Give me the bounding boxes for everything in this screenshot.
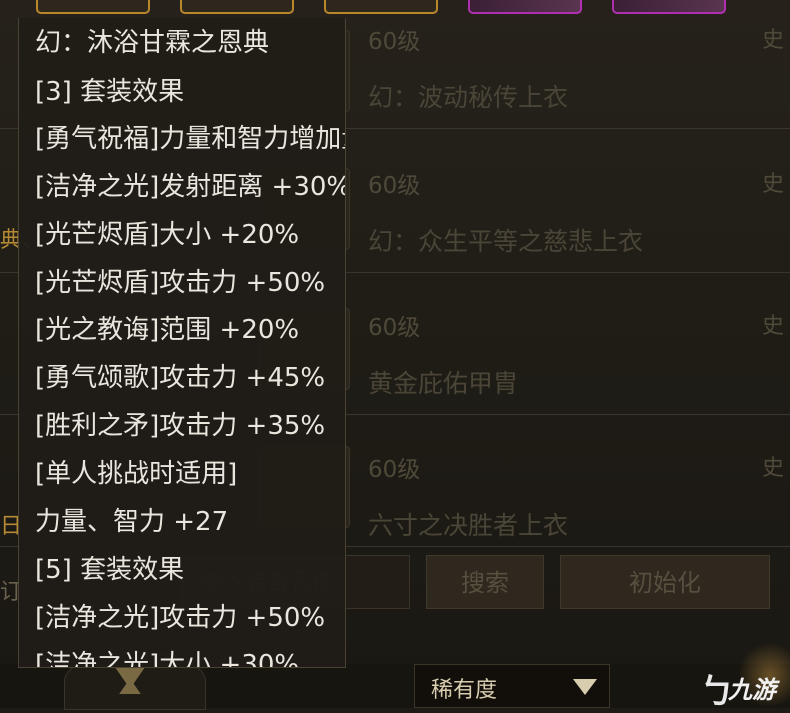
search-button[interactable]: 搜索 (426, 555, 544, 609)
rarity-select[interactable]: 稀有度 (414, 664, 610, 708)
tooltip-line: [3] 套装效果 (35, 77, 185, 107)
tooltip-line: [5] 套装效果 (35, 555, 185, 585)
item-name[interactable]: 六寸之决胜者上衣 (368, 506, 568, 542)
watermark-logo: ㄅ 九游 (700, 662, 786, 712)
equipment-slot[interactable] (324, 0, 438, 14)
item-level: 60级 (368, 315, 421, 341)
item-source: 史 (762, 28, 785, 53)
equipment-slot[interactable] (180, 0, 294, 14)
tooltip-line: [光芒烬盾]攻击力 +50% (35, 268, 326, 298)
tooltip-line: [洁净之光]攻击力 +50% (35, 603, 326, 633)
tooltip-line: [勇气颂歌]攻击力 +45% (35, 363, 326, 393)
tooltip-line: [光之教诲]范围 +20% (35, 315, 300, 345)
watermark-text: 九游 (728, 676, 776, 704)
rarity-select-label: 稀有度 (431, 678, 498, 703)
reset-button[interactable]: 初始化 (560, 555, 770, 609)
item-source: 史 (762, 314, 785, 339)
tooltip-line: [光芒烬盾]大小 +20% (35, 220, 300, 250)
equipment-slot[interactable] (468, 0, 582, 14)
item-name[interactable]: 黄金庇佑甲胄 (368, 364, 518, 400)
tooltip-title: 幻：沐浴甘霖之恩典 (35, 28, 270, 58)
item-level: 60级 (368, 29, 421, 55)
tooltip-line: [胜利之矛]攻击力 +35% (35, 411, 326, 441)
item-level: 60级 (368, 457, 421, 483)
item-tooltip: 幻：沐浴甘霖之恩典 [3] 套装效果 [勇气祝福]力量和智力增加量 +85 [洁… (18, 18, 346, 668)
item-name[interactable]: 幻：波动秘传上衣 (368, 78, 568, 114)
equipment-slot[interactable] (36, 0, 150, 14)
item-source: 史 (762, 456, 785, 481)
dropdown-arrow-icon (573, 679, 597, 695)
item-name[interactable]: 幻：众生平等之慈悲上衣 (368, 222, 643, 258)
item-source: 史 (762, 172, 785, 197)
tooltip-line: [勇气祝福]力量和智力增加量 +85 (35, 124, 346, 154)
equipment-slot[interactable] (612, 0, 726, 14)
item-level: 60级 (368, 173, 421, 199)
tooltip-line: [单人挑战时适用] (35, 459, 238, 489)
tooltip-line: [洁净之光]发射距离 +30% (35, 172, 346, 202)
tooltip-line: [洁净之光]大小 +30% (35, 650, 300, 668)
tooltip-line: 力量、智力 +27 (35, 507, 229, 537)
